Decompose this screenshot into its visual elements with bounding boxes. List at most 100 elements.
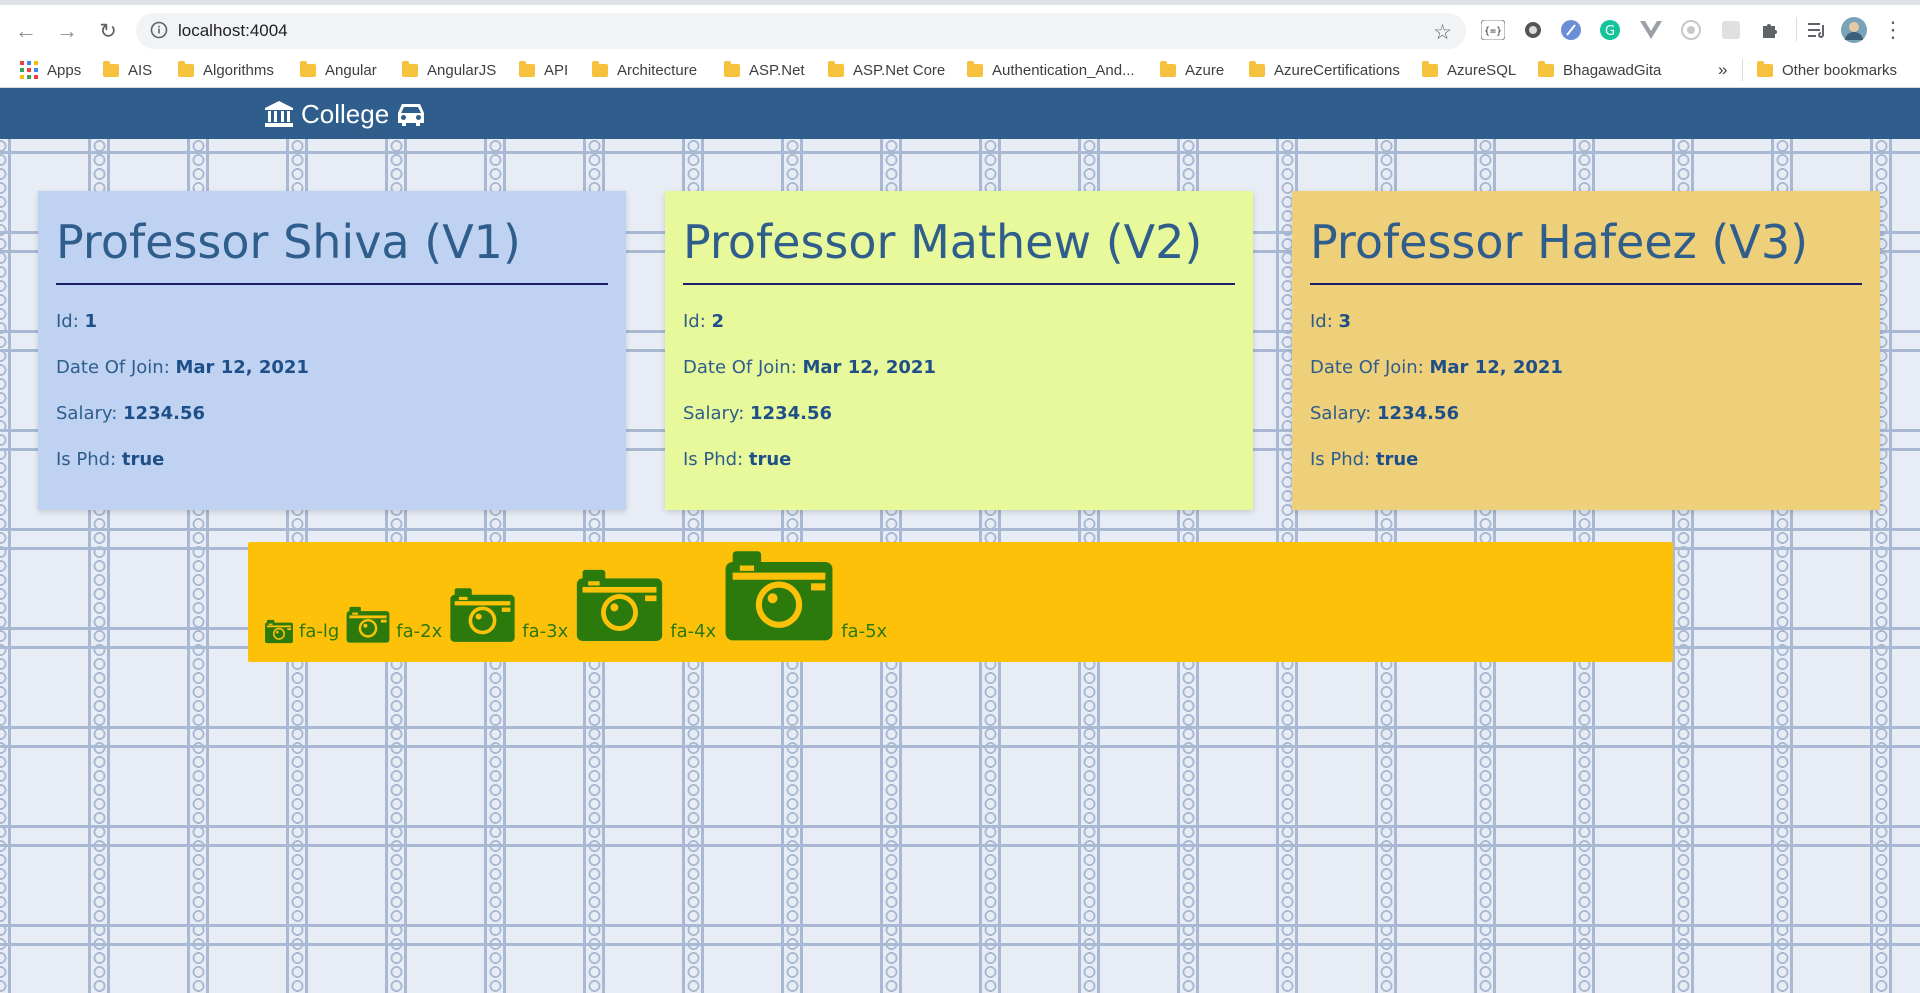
field-label: Id: bbox=[56, 311, 85, 332]
field-value: Mar 12, 2021 bbox=[175, 357, 309, 378]
professor-is-phd: Is Phd: true bbox=[56, 449, 608, 470]
professor-card: Professor Mathew (V2) Id: 2 Date Of Join… bbox=[665, 191, 1253, 510]
icon-size-panel: fa-lg fa-2x fa-3x fa-4x fa-5x bbox=[248, 542, 1673, 662]
icon-size-label: fa-4x bbox=[670, 621, 717, 642]
professor-id: Id: 2 bbox=[683, 311, 1235, 332]
field-label: Is Phd: bbox=[1310, 449, 1376, 470]
bookmark-ais[interactable]: AIS bbox=[103, 58, 152, 82]
car-icon bbox=[398, 104, 425, 126]
extensions-puzzle-icon[interactable] bbox=[1757, 17, 1783, 43]
info-icon[interactable] bbox=[150, 21, 168, 39]
extension-circle-icon[interactable] bbox=[1520, 17, 1546, 43]
camera-icon bbox=[577, 569, 663, 641]
media-queue-icon[interactable] bbox=[1805, 17, 1831, 43]
folder-icon bbox=[592, 60, 608, 77]
back-icon[interactable]: ← bbox=[12, 17, 40, 45]
forward-icon[interactable]: → bbox=[53, 17, 81, 45]
field-label: Date Of Join: bbox=[56, 357, 176, 378]
field-label: Is Phd: bbox=[56, 449, 122, 470]
brand-label: College bbox=[301, 98, 390, 129]
bookmark-label: ASP.Net Core bbox=[853, 61, 946, 79]
camera-item-3x: fa-3x bbox=[448, 584, 568, 644]
field-label: Salary: bbox=[683, 403, 751, 424]
bookmark-aspnet-core[interactable]: ASP.Net Core bbox=[828, 58, 945, 82]
bookmarks-overflow-button[interactable]: » bbox=[1718, 58, 1727, 82]
camera-icon bbox=[450, 588, 515, 642]
field-label: Id: bbox=[683, 311, 712, 332]
bookmark-api[interactable]: API bbox=[519, 58, 568, 82]
url-text: localhost:4004 bbox=[178, 21, 288, 40]
folder-icon bbox=[103, 60, 119, 77]
field-value: Mar 12, 2021 bbox=[802, 357, 936, 378]
bookmark-bhagawadgita[interactable]: BhagawadGita bbox=[1538, 58, 1661, 82]
bookmark-authentication[interactable]: Authentication_And... bbox=[967, 58, 1135, 82]
folder-icon bbox=[1249, 60, 1265, 77]
browser-toolbar: ← → ↻ localhost:4004 ☆ {=} G ⋮ bbox=[0, 0, 1920, 52]
bookmark-azurecertifications[interactable]: AzureCertifications bbox=[1249, 58, 1400, 82]
folder-icon bbox=[519, 60, 535, 77]
professor-title: Professor Mathew (V2) bbox=[683, 205, 1235, 285]
bookmark-azure[interactable]: Azure bbox=[1160, 58, 1224, 82]
field-value: Mar 12, 2021 bbox=[1429, 357, 1563, 378]
icon-size-label: fa-lg bbox=[299, 621, 340, 642]
profile-avatar[interactable] bbox=[1840, 16, 1868, 44]
extension-square-icon[interactable] bbox=[1718, 17, 1744, 43]
bookmark-label: AzureCertifications bbox=[1274, 61, 1400, 79]
bookmark-label: Angular bbox=[325, 61, 377, 79]
icon-size-label: fa-5x bbox=[841, 621, 888, 642]
professor-title: Professor Shiva (V1) bbox=[56, 205, 608, 285]
bookmark-angularjs[interactable]: AngularJS bbox=[402, 58, 496, 82]
camera-item-4x: fa-4x bbox=[574, 564, 716, 644]
extension-target-icon[interactable] bbox=[1678, 17, 1704, 43]
bookmark-azuresql[interactable]: AzureSQL bbox=[1422, 58, 1516, 82]
professor-is-phd: Is Phd: true bbox=[683, 449, 1235, 470]
bookmark-label: Azure bbox=[1185, 61, 1225, 79]
folder-icon bbox=[1160, 60, 1176, 77]
folder-icon bbox=[1538, 60, 1554, 77]
professor-card: Professor Hafeez (V3) Id: 3 Date Of Join… bbox=[1292, 191, 1880, 510]
field-value: 1234.56 bbox=[1377, 403, 1460, 424]
bookmark-apps[interactable]: Apps bbox=[20, 58, 81, 82]
field-value: 1234.56 bbox=[750, 403, 833, 424]
professor-id: Id: 3 bbox=[1310, 311, 1862, 332]
address-bar[interactable]: localhost:4004 ☆ bbox=[136, 13, 1466, 49]
icon-size-label: fa-2x bbox=[396, 621, 443, 642]
field-value: 1 bbox=[84, 311, 98, 332]
camera-item-2x: fa-2x bbox=[345, 604, 442, 644]
bookmark-star-icon[interactable]: ☆ bbox=[1433, 20, 1452, 45]
reload-icon[interactable]: ↻ bbox=[94, 17, 122, 45]
bookmark-label: Authentication_And... bbox=[992, 61, 1135, 79]
professor-is-phd: Is Phd: true bbox=[1310, 449, 1862, 470]
field-label: Is Phd: bbox=[683, 449, 749, 470]
bookmark-algorithms[interactable]: Algorithms bbox=[178, 58, 274, 82]
bookmark-label: Apps bbox=[47, 61, 82, 79]
professor-date-of-join: Date Of Join: Mar 12, 2021 bbox=[56, 357, 608, 378]
folder-icon bbox=[1757, 60, 1773, 77]
camera-icon bbox=[725, 551, 833, 641]
vue-devtools-icon[interactable] bbox=[1638, 17, 1664, 43]
json-viewer-extension-icon[interactable]: {=} bbox=[1480, 17, 1506, 43]
chrome-menu-icon[interactable]: ⋮ bbox=[1880, 17, 1906, 43]
professor-id: Id: 1 bbox=[56, 311, 608, 332]
field-value: true bbox=[121, 449, 165, 470]
bookmark-label: API bbox=[544, 61, 569, 79]
folder-icon bbox=[724, 60, 740, 77]
navbar-brand[interactable]: College bbox=[264, 98, 426, 130]
other-bookmarks[interactable]: Other bookmarks bbox=[1757, 58, 1897, 82]
bookmark-label: Architecture bbox=[617, 61, 698, 79]
bookmark-label: ASP.Net bbox=[749, 61, 805, 79]
camera-icon bbox=[346, 606, 390, 643]
camera-item-lg: fa-lg bbox=[264, 618, 339, 644]
professor-salary: Salary: 1234.56 bbox=[1310, 403, 1862, 424]
bookmark-aspnet[interactable]: ASP.Net bbox=[724, 58, 805, 82]
folder-icon bbox=[967, 60, 983, 77]
grammarly-icon[interactable]: G bbox=[1597, 17, 1623, 43]
extension-feather-icon[interactable] bbox=[1558, 17, 1584, 43]
bookmark-label: Other bookmarks bbox=[1782, 61, 1898, 79]
bookmark-label: BhagawadGita bbox=[1563, 61, 1662, 79]
field-value: true bbox=[1375, 449, 1419, 470]
bookmark-label: Algorithms bbox=[203, 61, 274, 79]
bookmark-angular[interactable]: Angular bbox=[300, 58, 377, 82]
apps-grid-icon bbox=[20, 61, 38, 79]
bookmark-architecture[interactable]: Architecture bbox=[592, 58, 697, 82]
